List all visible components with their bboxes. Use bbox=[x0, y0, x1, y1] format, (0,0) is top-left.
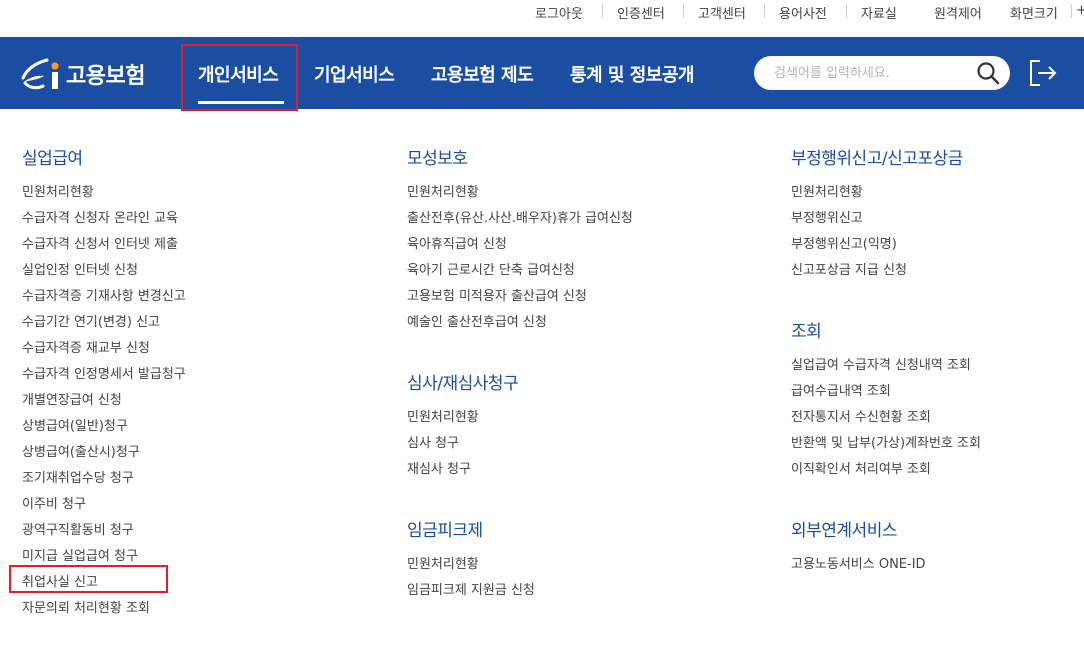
section-title-inquiry[interactable]: 조회 bbox=[791, 317, 822, 342]
zoom-in-button[interactable]: + bbox=[1076, 3, 1084, 18]
certification-center-link[interactable]: 인증센터 bbox=[617, 3, 665, 22]
menu-link[interactable]: 육아휴직급여 신청 bbox=[407, 233, 507, 252]
nav-business-services[interactable]: 기업서비스 bbox=[314, 61, 395, 87]
menu-link[interactable]: 광역구직활동비 청구 bbox=[22, 519, 134, 538]
menu-link[interactable]: 수급기간 연기(변경) 신고 bbox=[22, 311, 160, 330]
menu-link[interactable]: 수급자격 인정명세서 발급청구 bbox=[22, 363, 186, 382]
menu-link[interactable]: 반환액 및 납부(가상)계좌번호 조회 bbox=[791, 432, 981, 451]
menu-link[interactable]: 예술인 출산전후급여 신청 bbox=[407, 311, 547, 330]
menu-link[interactable]: 부정행위신고 bbox=[791, 207, 863, 226]
menu-link[interactable]: 자문의뢰 처리현황 조회 bbox=[22, 597, 150, 616]
screen-size-link[interactable]: 화면크기 bbox=[1010, 3, 1058, 22]
menu-link[interactable]: 민원처리현황 bbox=[407, 406, 479, 425]
nav-insurance-system[interactable]: 고용보험 제도 bbox=[431, 61, 534, 87]
menu-link[interactable]: 상병급여(일반)청구 bbox=[22, 415, 128, 434]
menu-link[interactable]: 심사 청구 bbox=[407, 432, 459, 451]
menu-link[interactable]: 수급자격 신청자 온라인 교육 bbox=[22, 207, 178, 226]
section-title-unemployment[interactable]: 실업급여 bbox=[22, 144, 83, 169]
divider bbox=[764, 4, 765, 18]
menu-link[interactable]: 실업인정 인터넷 신청 bbox=[22, 259, 138, 278]
menu-link-employment-report[interactable]: 취업사실 신고 bbox=[22, 571, 98, 590]
active-nav-indicator bbox=[198, 101, 284, 104]
section-title-maternity[interactable]: 모성보호 bbox=[407, 144, 468, 169]
menu-link[interactable]: 육아기 근로시간 단축 급여신청 bbox=[407, 259, 575, 278]
menu-link[interactable]: 수급자격증 기재사항 변경신고 bbox=[22, 285, 186, 304]
nav-statistics-info[interactable]: 통계 및 정보공개 bbox=[570, 61, 694, 87]
divider bbox=[1071, 4, 1072, 18]
menu-link[interactable]: 고용보험 미적용자 출산급여 신청 bbox=[407, 285, 587, 304]
logout-icon[interactable] bbox=[1028, 58, 1058, 88]
search-box bbox=[754, 56, 1010, 90]
menu-link[interactable]: 수급자격증 재교부 신청 bbox=[22, 337, 150, 356]
logo-text: 고용보험 bbox=[66, 64, 145, 89]
ei-logo-icon bbox=[21, 58, 59, 90]
menu-link[interactable]: 민원처리현황 bbox=[407, 553, 479, 572]
site-logo[interactable]: 고용보험 bbox=[20, 57, 145, 91]
section-title-external[interactable]: 외부연계서비스 bbox=[791, 516, 897, 541]
menu-link[interactable]: 이직확인서 처리여부 조회 bbox=[791, 458, 931, 477]
menu-link[interactable]: 미지급 실업급여 청구 bbox=[22, 545, 138, 564]
menu-link[interactable]: 재심사 청구 bbox=[407, 458, 471, 477]
menu-link[interactable]: 개별연장급여 신청 bbox=[22, 389, 122, 408]
search-input[interactable] bbox=[774, 56, 964, 90]
menu-link[interactable]: 전자통지서 수신현황 조회 bbox=[791, 406, 931, 425]
archive-link[interactable]: 자료실 bbox=[861, 3, 897, 22]
menu-link[interactable]: 민원처리현황 bbox=[22, 181, 94, 200]
customer-center-link[interactable]: 고객센터 bbox=[698, 3, 746, 22]
menu-link[interactable]: 부정행위신고(익명) bbox=[791, 233, 897, 252]
remote-control-link[interactable]: 원격제어 bbox=[934, 3, 982, 22]
menu-link[interactable]: 이주비 청구 bbox=[22, 493, 86, 512]
menu-link[interactable]: 민원처리현황 bbox=[407, 181, 479, 200]
divider bbox=[683, 4, 684, 18]
menu-link[interactable]: 실업급여 수급자격 신청내역 조회 bbox=[791, 354, 971, 373]
logout-link[interactable]: 로그아웃 bbox=[535, 3, 583, 22]
menu-link[interactable]: 조기재취업수당 청구 bbox=[22, 467, 134, 486]
menu-link[interactable]: 임금피크제 지원금 신청 bbox=[407, 579, 535, 598]
glossary-link[interactable]: 용어사전 bbox=[779, 3, 827, 22]
section-title-fraud[interactable]: 부정행위신고/신고포상금 bbox=[791, 144, 963, 169]
menu-link[interactable]: 상병급여(출산시)청구 bbox=[22, 441, 140, 460]
utility-bar: 로그아웃 인증센터 고객센터 용어사전 자료실 원격제어 화면크기 + bbox=[0, 0, 1084, 37]
divider bbox=[846, 4, 847, 18]
menu-link[interactable]: 민원처리현황 bbox=[791, 181, 863, 200]
main-header: 고용보험 개인서비스 기업서비스 고용보험 제도 통계 및 정보공개 bbox=[0, 37, 1084, 109]
divider bbox=[602, 4, 603, 18]
section-title-review[interactable]: 심사/재심사청구 bbox=[407, 369, 519, 394]
menu-link[interactable]: 고용노동서비스 ONE-ID bbox=[791, 553, 926, 572]
menu-link[interactable]: 신고포상금 지급 신청 bbox=[791, 259, 907, 278]
section-title-wage-peak[interactable]: 임금피크제 bbox=[407, 516, 483, 541]
menu-link[interactable]: 수급자격 신청서 인터넷 제출 bbox=[22, 233, 178, 252]
menu-link[interactable]: 급여수급내역 조회 bbox=[791, 380, 891, 399]
nav-personal-services[interactable]: 개인서비스 bbox=[198, 61, 279, 87]
menu-link[interactable]: 출산전후(유산.사산.배우자)휴가 급여신청 bbox=[407, 207, 633, 226]
search-icon[interactable] bbox=[976, 61, 1000, 85]
